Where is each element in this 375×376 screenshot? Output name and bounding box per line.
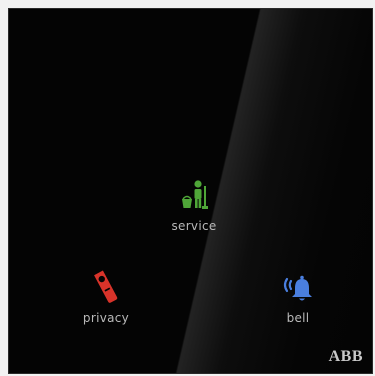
touch-panel: service privacy bell ABB [8,8,373,374]
do-not-disturb-tag-icon [86,267,126,307]
privacy-label: privacy [82,311,130,325]
service-label: service [171,219,217,233]
privacy-button[interactable]: privacy [76,267,136,325]
service-icon [174,175,214,215]
panel-frame: service privacy bell ABB [0,0,375,376]
bell-button[interactable]: bell [268,267,328,325]
brand-logo: ABB [328,348,363,365]
bell-icon [278,267,318,307]
bell-label: bell [286,311,310,325]
service-button[interactable]: service [164,175,224,233]
